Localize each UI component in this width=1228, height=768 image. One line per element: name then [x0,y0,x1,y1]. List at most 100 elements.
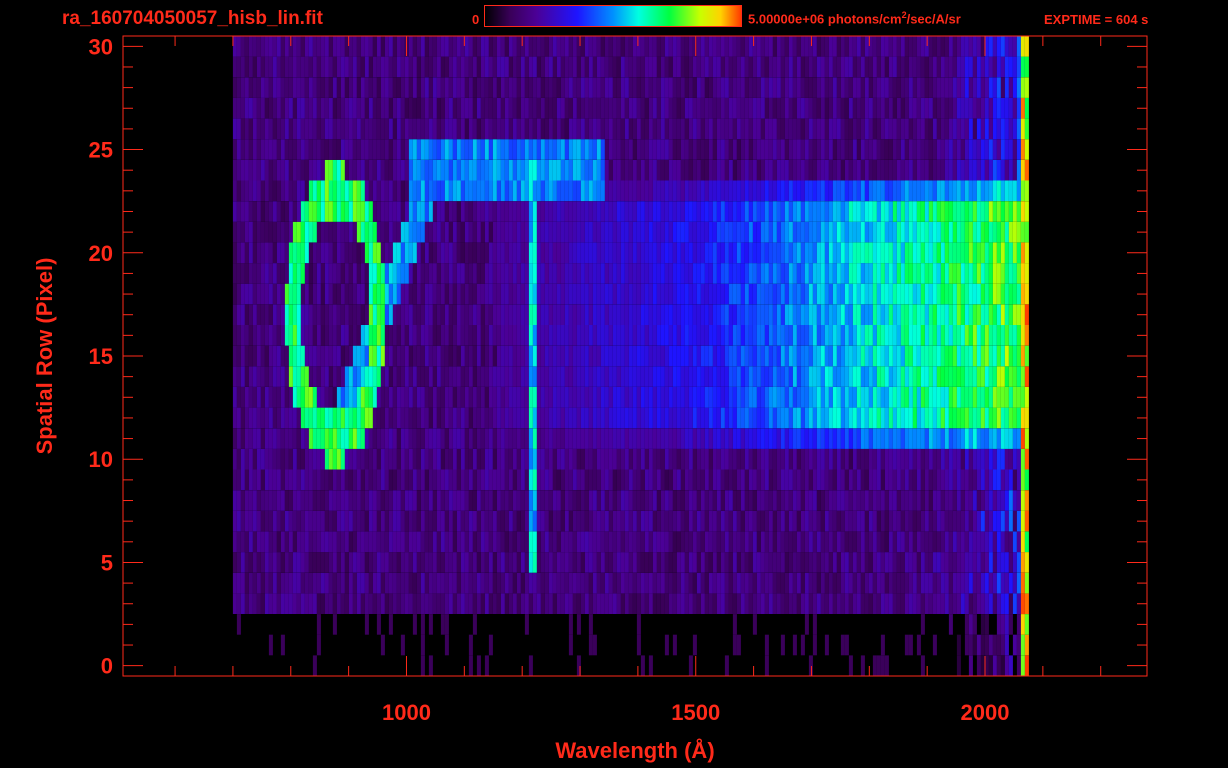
heatmap-cell [1024,407,1029,429]
heatmap-cell [800,593,805,614]
heatmap-cell [588,242,593,264]
heatmap-cell [292,283,297,305]
heatmap-cell [776,325,781,346]
heatmap-cell [476,201,481,222]
heatmap-cell [848,531,853,553]
heatmap-cell [432,572,437,594]
heatmap-cell [628,531,633,553]
heatmap-cell [636,139,641,160]
heatmap-cell [380,263,385,284]
heatmap-cell [732,139,737,160]
heatmap-cell [364,510,369,532]
heatmap-cell [564,428,569,449]
heatmap-cell [244,428,249,449]
heatmap-cell [584,552,589,573]
heatmap-cell [388,345,393,367]
heatmap-cell [836,510,841,532]
heatmap-cell [320,118,325,140]
heatmap-cell [656,118,661,140]
heatmap-cell [932,139,937,160]
heatmap-cell [392,490,397,511]
heatmap-cell [436,345,441,367]
heatmap-cell [596,201,601,222]
heatmap-cell [632,283,637,305]
heatmap-cell [684,283,689,305]
heatmap-cell [708,510,713,532]
heatmap-cell [244,118,249,140]
heatmap-cell [996,387,1001,408]
heatmap-cell [536,387,541,408]
heatmap-cell [408,387,413,408]
heatmap-cell [912,572,917,594]
heatmap-cell [952,428,957,449]
heatmap-cell [576,221,581,243]
heatmap-cell [896,242,901,264]
heatmap-cell [844,221,849,243]
heatmap-cell [328,469,333,491]
heatmap-cell [264,593,269,614]
heatmap-cell [872,490,877,511]
heatmap-cell [648,428,653,449]
heatmap-cell [576,572,581,594]
heatmap-cell [556,118,561,140]
heatmap-cell [608,97,613,119]
heatmap-cell [328,448,333,470]
heatmap-cell [444,531,449,553]
heatmap-cell [560,325,565,346]
heatmap-cell [568,139,573,160]
heatmap-cell [1004,407,1009,429]
heatmap-cell [252,407,257,429]
heatmap-cell [320,490,325,511]
heatmap-cell [712,283,717,305]
heatmap-cell [284,469,289,491]
heatmap-cell [448,366,453,387]
heatmap-cell [280,387,285,408]
heatmap-cell [656,469,661,491]
heatmap-cell [320,221,325,243]
heatmap-cell [976,510,981,532]
heatmap-cell [884,407,889,429]
heatmap-cell [816,242,821,264]
heatmap-cell [520,242,525,264]
heatmap-cell [576,263,581,284]
heatmap-cell [848,242,853,264]
heatmap-cell [896,490,901,511]
heatmap-cell [640,304,645,325]
heatmap-cell [632,345,637,367]
heatmap-cell [808,118,813,140]
heatmap-cell [360,469,365,491]
heatmap-cell [1012,139,1017,160]
heatmap-cell [776,366,781,387]
heatmap-cell [1020,325,1025,346]
heatmap-cell [968,345,973,367]
heatmap-cell [704,304,709,325]
heatmap-cell [440,242,445,264]
heatmap-cell [1004,387,1009,408]
heatmap-cell [1016,552,1021,573]
heatmap-cell [312,531,317,553]
heatmap-cell [676,593,681,614]
heatmap-cell [816,490,821,511]
heatmap-cell [640,469,645,491]
heatmap-cell [820,345,825,367]
heatmap-cell [428,614,433,635]
heatmap-cell [912,531,917,553]
heatmap-cell [984,407,989,429]
spectrum-plot: 1000 1500 2000051015202530 Wavelength (Å) … [32,34,1148,763]
heatmap-cell [360,490,365,511]
heatmap-cell [232,428,237,449]
heatmap-cell [916,448,921,470]
heatmap-cell [828,552,833,573]
heatmap-cell [392,428,397,449]
heatmap-cell [708,263,713,284]
heatmap-cell [644,366,649,387]
heatmap-cell [796,366,801,387]
heatmap-cell [660,304,665,325]
heatmap-cell [968,283,973,305]
heatmap-cell [892,448,897,470]
heatmap-cell [384,201,389,222]
heatmap-cell [688,552,693,573]
heatmap-cell [540,552,545,573]
heatmap-cell [452,593,457,614]
heatmap-cell [880,572,885,594]
